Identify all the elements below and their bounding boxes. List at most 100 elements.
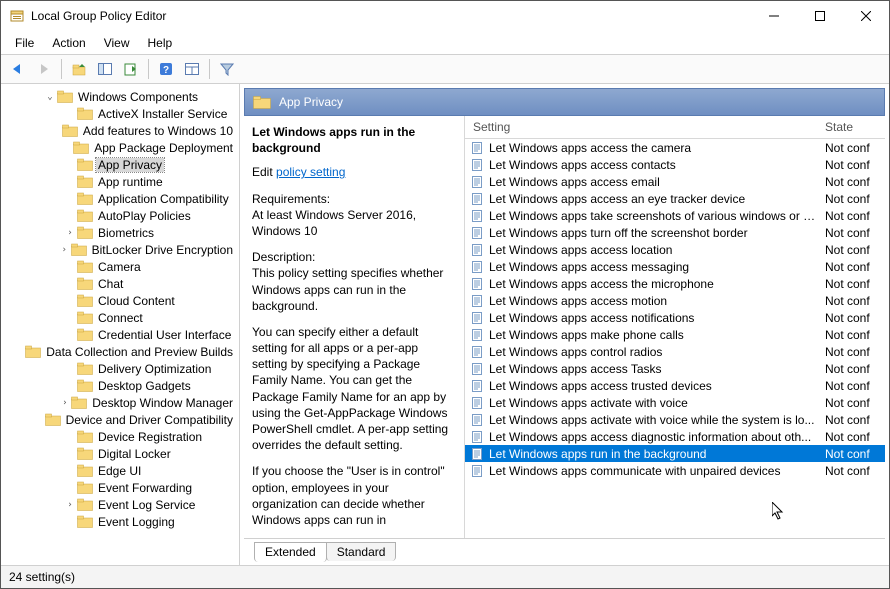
setting-name: Let Windows apps communicate with unpair… bbox=[489, 464, 825, 478]
setting-row[interactable]: Let Windows apps access an eye tracker d… bbox=[465, 190, 885, 207]
setting-name: Let Windows apps access messaging bbox=[489, 260, 825, 274]
tab-standard[interactable]: Standard bbox=[326, 542, 397, 561]
tree-node[interactable]: App runtime bbox=[1, 173, 239, 190]
chevron-right-icon[interactable]: › bbox=[58, 398, 71, 408]
tree-node[interactable]: ›BitLocker Drive Encryption bbox=[1, 241, 239, 258]
setting-name: Let Windows apps access location bbox=[489, 243, 825, 257]
policy-icon bbox=[469, 310, 485, 326]
tree-node[interactable]: Desktop Gadgets bbox=[1, 377, 239, 394]
setting-name: Let Windows apps activate with voice whi… bbox=[489, 413, 825, 427]
policy-icon bbox=[469, 174, 485, 190]
tree-pane[interactable]: ⌄Windows Components ActiveX Installer Ser… bbox=[1, 84, 240, 565]
tree-label: ActiveX Installer Service bbox=[96, 107, 229, 121]
tree-node[interactable]: Digital Locker bbox=[1, 445, 239, 462]
setting-state: Not conf bbox=[825, 413, 885, 427]
setting-row[interactable]: Let Windows apps make phone callsNot con… bbox=[465, 326, 885, 343]
setting-row[interactable]: Let Windows apps communicate with unpair… bbox=[465, 462, 885, 479]
setting-state: Not conf bbox=[825, 260, 885, 274]
tree-node[interactable]: Edge UI bbox=[1, 462, 239, 479]
show-hide-tree-button[interactable] bbox=[94, 58, 116, 80]
tree-label: App Privacy bbox=[96, 158, 164, 172]
menu-help[interactable]: Help bbox=[140, 34, 181, 52]
filter-button[interactable] bbox=[216, 58, 238, 80]
policy-setting-link[interactable]: policy setting bbox=[276, 165, 345, 179]
setting-row[interactable]: Let Windows apps access locationNot conf bbox=[465, 241, 885, 258]
setting-row[interactable]: Let Windows apps access trusted devicesN… bbox=[465, 377, 885, 394]
export-button[interactable] bbox=[120, 58, 142, 80]
setting-state: Not conf bbox=[825, 464, 885, 478]
tree-node[interactable]: Connect bbox=[1, 309, 239, 326]
tree-node-parent[interactable]: ⌄Windows Components bbox=[1, 88, 239, 105]
setting-name: Let Windows apps make phone calls bbox=[489, 328, 825, 342]
setting-row[interactable]: Let Windows apps access the cameraNot co… bbox=[465, 139, 885, 156]
close-button[interactable] bbox=[843, 1, 889, 31]
tree-label: Biometrics bbox=[96, 226, 156, 240]
settings-list[interactable]: Let Windows apps access the cameraNot co… bbox=[465, 139, 885, 538]
policy-icon bbox=[469, 395, 485, 411]
setting-row[interactable]: Let Windows apps access TasksNot conf bbox=[465, 360, 885, 377]
tree-node[interactable]: AutoPlay Policies bbox=[1, 207, 239, 224]
setting-row[interactable]: Let Windows apps access the microphoneNo… bbox=[465, 275, 885, 292]
tree-node[interactable]: Cloud Content bbox=[1, 292, 239, 309]
back-button[interactable] bbox=[7, 58, 29, 80]
setting-row[interactable]: Let Windows apps turn off the screenshot… bbox=[465, 224, 885, 241]
maximize-button[interactable] bbox=[797, 1, 843, 31]
tree-node[interactable]: Event Forwarding bbox=[1, 479, 239, 496]
column-state[interactable]: State bbox=[825, 120, 885, 134]
chevron-right-icon[interactable]: › bbox=[58, 245, 71, 255]
toolbar-separator bbox=[148, 59, 149, 79]
setting-row[interactable]: Let Windows apps access motionNot conf bbox=[465, 292, 885, 309]
tree-node[interactable]: Event Logging bbox=[1, 513, 239, 530]
tree-node[interactable]: ›Event Log Service bbox=[1, 496, 239, 513]
tree-node[interactable]: Device and Driver Compatibility bbox=[1, 411, 239, 428]
up-button[interactable] bbox=[68, 58, 90, 80]
help-button[interactable]: ? bbox=[155, 58, 177, 80]
tree-node[interactable]: App Package Deployment bbox=[1, 139, 239, 156]
setting-row[interactable]: Let Windows apps access messagingNot con… bbox=[465, 258, 885, 275]
window-controls bbox=[751, 1, 889, 31]
tree-node[interactable]: App Privacy bbox=[1, 156, 239, 173]
policy-icon bbox=[469, 463, 485, 479]
tree-node[interactable]: Data Collection and Preview Builds bbox=[1, 343, 239, 360]
setting-row[interactable]: Let Windows apps access emailNot conf bbox=[465, 173, 885, 190]
setting-row[interactable]: Let Windows apps take screenshots of var… bbox=[465, 207, 885, 224]
column-setting[interactable]: Setting bbox=[465, 120, 825, 134]
tree-node[interactable]: Credential User Interface bbox=[1, 326, 239, 343]
chevron-right-icon[interactable]: › bbox=[63, 228, 77, 238]
policy-icon bbox=[469, 412, 485, 428]
properties-button[interactable] bbox=[181, 58, 203, 80]
setting-state: Not conf bbox=[825, 226, 885, 240]
policy-icon bbox=[469, 276, 485, 292]
tree-label: Camera bbox=[96, 260, 143, 274]
tree-node[interactable]: Device Registration bbox=[1, 428, 239, 445]
setting-row[interactable]: Let Windows apps access contactsNot conf bbox=[465, 156, 885, 173]
tree-node[interactable]: ›Desktop Window Manager bbox=[1, 394, 239, 411]
tree-node[interactable]: ActiveX Installer Service bbox=[1, 105, 239, 122]
tab-extended[interactable]: Extended bbox=[254, 542, 327, 562]
setting-state: Not conf bbox=[825, 311, 885, 325]
policy-icon bbox=[469, 446, 485, 462]
tree-node[interactable]: Delivery Optimization bbox=[1, 360, 239, 377]
menu-action[interactable]: Action bbox=[44, 34, 93, 52]
tree-node[interactable]: Chat bbox=[1, 275, 239, 292]
setting-state: Not conf bbox=[825, 141, 885, 155]
chevron-right-icon[interactable]: › bbox=[63, 500, 77, 510]
setting-row[interactable]: Let Windows apps activate with voice whi… bbox=[465, 411, 885, 428]
forward-button[interactable] bbox=[33, 58, 55, 80]
setting-row[interactable]: Let Windows apps access diagnostic infor… bbox=[465, 428, 885, 445]
setting-row[interactable]: Let Windows apps run in the backgroundNo… bbox=[465, 445, 885, 462]
policy-icon bbox=[469, 378, 485, 394]
minimize-button[interactable] bbox=[751, 1, 797, 31]
menu-view[interactable]: View bbox=[96, 34, 138, 52]
tree-node[interactable]: Camera bbox=[1, 258, 239, 275]
description-text-1: This policy setting specifies whether Wi… bbox=[252, 265, 456, 314]
setting-row[interactable]: Let Windows apps access notificationsNot… bbox=[465, 309, 885, 326]
tree-node[interactable]: › Biometrics bbox=[1, 224, 239, 241]
policy-icon bbox=[469, 327, 485, 343]
setting-row[interactable]: Let Windows apps activate with voiceNot … bbox=[465, 394, 885, 411]
setting-row[interactable]: Let Windows apps control radiosNot conf bbox=[465, 343, 885, 360]
tree-node[interactable]: Add features to Windows 10 bbox=[1, 122, 239, 139]
menu-file[interactable]: File bbox=[7, 34, 42, 52]
tree-node[interactable]: Application Compatibility bbox=[1, 190, 239, 207]
category-title: App Privacy bbox=[279, 95, 343, 109]
